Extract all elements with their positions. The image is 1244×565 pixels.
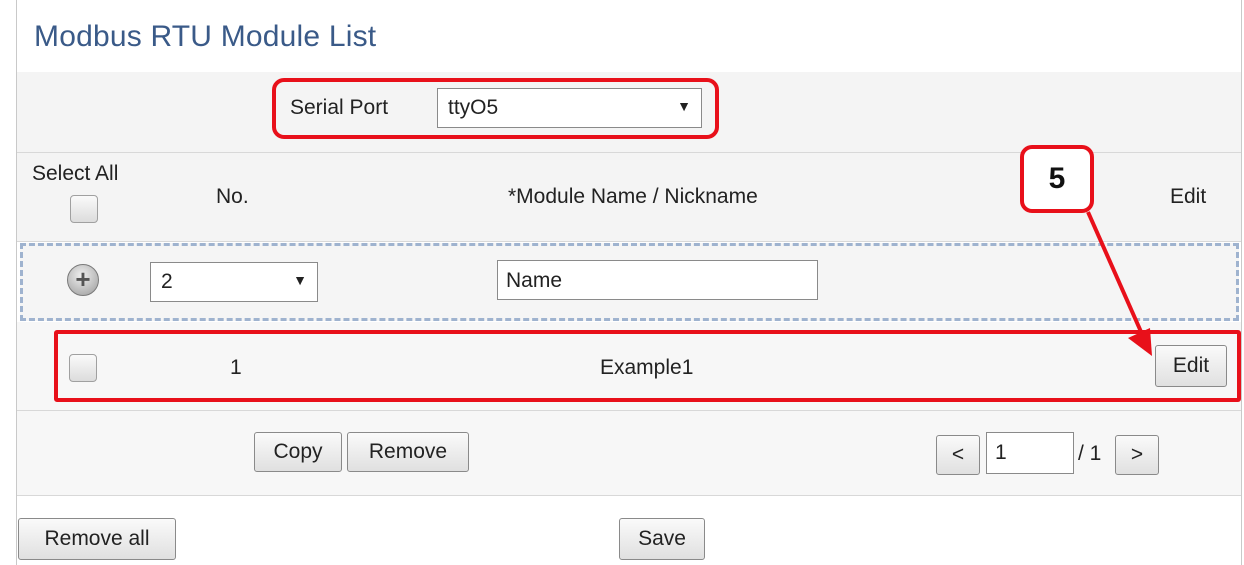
step-callout: 5 (1020, 145, 1094, 213)
annotation-arrow (1086, 211, 1152, 356)
